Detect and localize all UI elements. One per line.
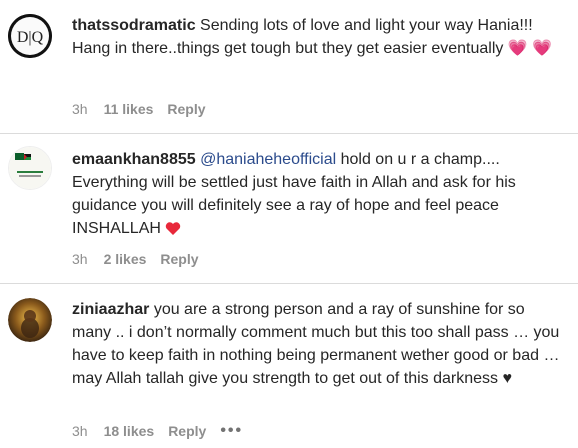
likes-count-button[interactable]: 2 likes — [104, 251, 147, 267]
comment-text: ziniaazhar you are a strong person and a… — [72, 298, 568, 390]
likes-count-button[interactable]: 11 likes — [104, 101, 154, 117]
reply-button[interactable]: Reply — [168, 423, 206, 439]
more-options-icon[interactable]: ••• — [220, 422, 243, 440]
avatar[interactable]: D|Q — [8, 14, 52, 58]
comment-meta: 3h 2 likes Reply — [72, 250, 213, 268]
comment-meta: 3h 18 likes Reply ••• — [72, 422, 243, 440]
comment-timestamp: 3h — [72, 101, 88, 117]
comment-timestamp: 3h — [72, 251, 88, 267]
svg-text:D|Q: D|Q — [17, 29, 44, 46]
likes-count-button[interactable]: 18 likes — [104, 423, 155, 439]
comment-username[interactable]: emaankhan8855 — [72, 151, 196, 168]
avatar[interactable] — [8, 146, 52, 190]
comment-timestamp: 3h — [72, 423, 88, 439]
comment-meta: 3h 11 likes Reply — [72, 100, 220, 118]
comment-username[interactable]: thatssodramatic — [72, 17, 196, 34]
reply-button[interactable]: Reply — [167, 101, 205, 117]
divider — [0, 283, 578, 284]
divider — [0, 133, 578, 134]
mention-link[interactable]: @haniaheheofficial — [200, 151, 336, 168]
comment-text: thatssodramatic Sending lots of love and… — [72, 14, 568, 60]
avatar[interactable] — [8, 298, 52, 342]
comment-username[interactable]: ziniaazhar — [72, 301, 149, 318]
black-heart-icon: ♥ — [502, 370, 512, 387]
reply-button[interactable]: Reply — [160, 251, 198, 267]
heart-emoji-icon: 💗 💗 — [507, 40, 553, 57]
comment-text: emaankhan8855 @haniaheheofficial hold on… — [72, 148, 568, 243]
red-heart-icon — [165, 220, 181, 243]
